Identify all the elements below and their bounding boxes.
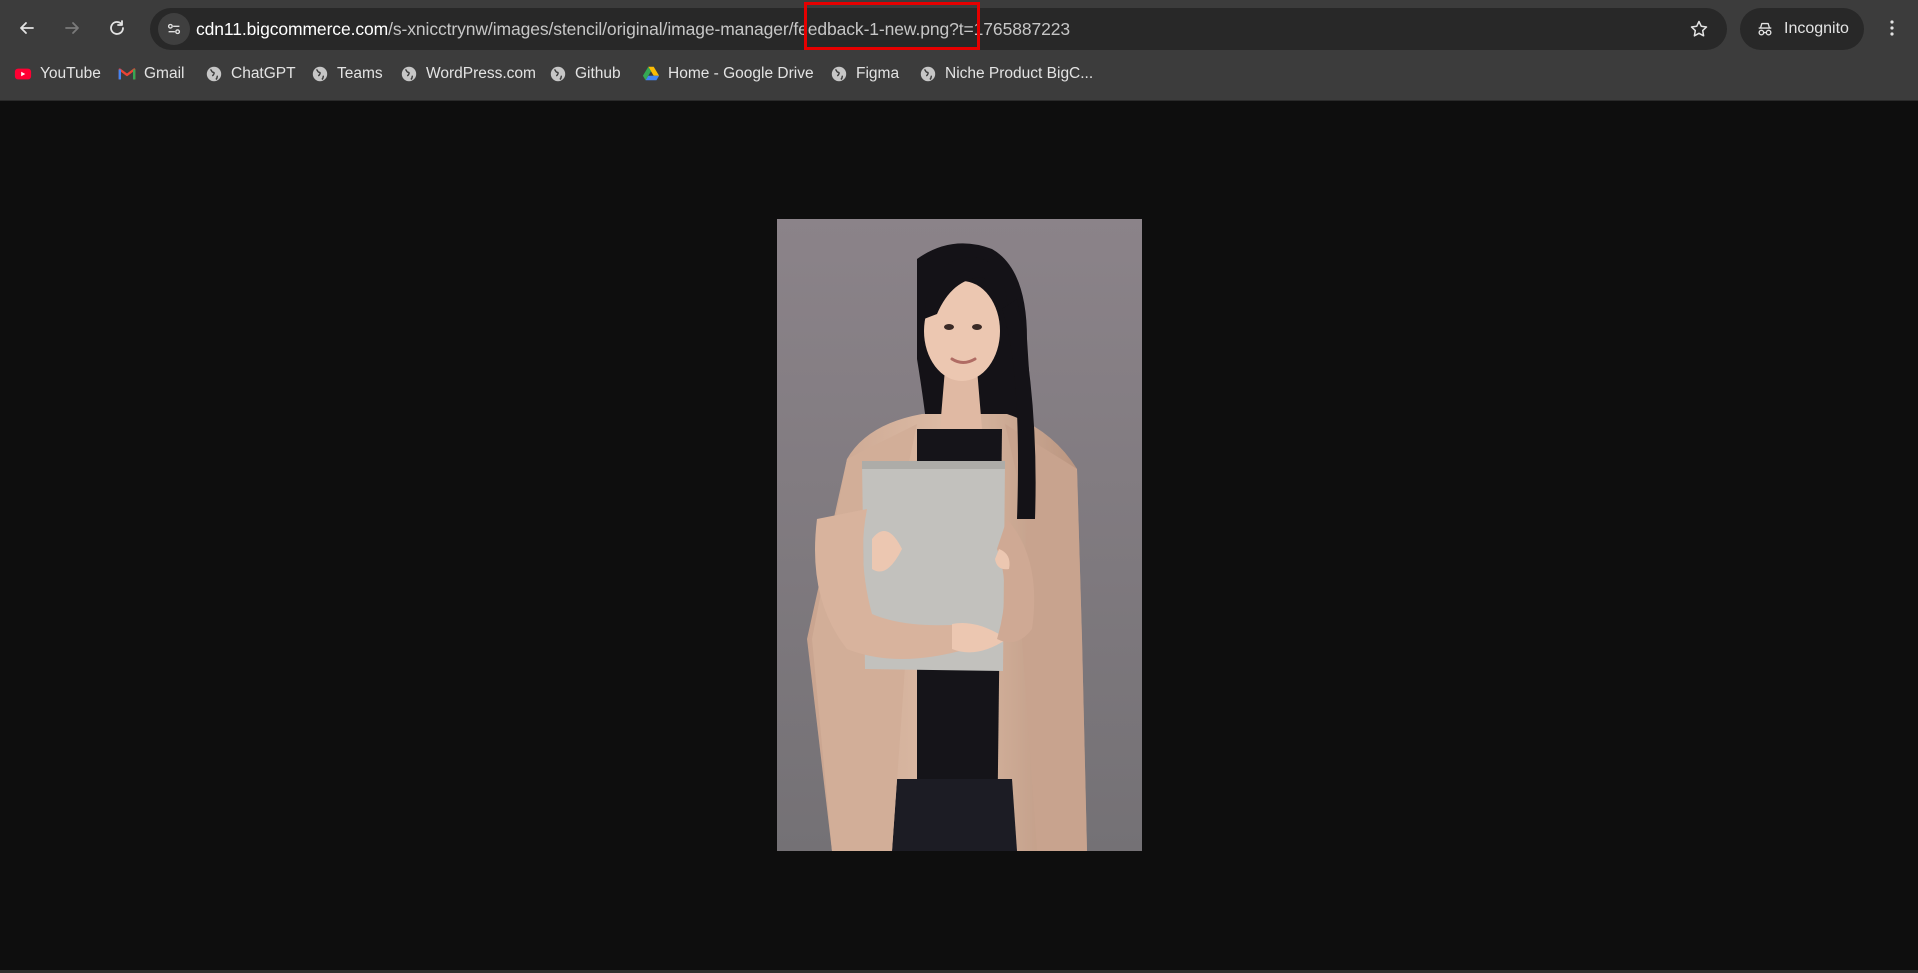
reload-icon bbox=[110, 20, 124, 35]
gmail-icon bbox=[118, 68, 136, 80]
bookmark-teams[interactable]: Teams bbox=[311, 57, 383, 91]
url-host: cdn11.bigcommerce.com bbox=[196, 19, 389, 39]
incognito-label: Incognito bbox=[1784, 20, 1849, 37]
globe-icon bbox=[550, 66, 566, 82]
globe-icon bbox=[401, 66, 417, 82]
bookmark-figma[interactable]: Figma bbox=[830, 57, 899, 91]
incognito-icon bbox=[1758, 22, 1772, 36]
bookmark-label: ChatGPT bbox=[231, 65, 296, 82]
bookmark-label: Figma bbox=[856, 65, 900, 82]
browser-menu-button[interactable] bbox=[1874, 10, 1910, 46]
bookmark-label: Home - Google Drive bbox=[668, 65, 814, 82]
youtube-icon bbox=[14, 68, 32, 80]
globe-icon bbox=[831, 66, 847, 82]
bookmark-label: Teams bbox=[337, 65, 383, 82]
bookmark-label: Gmail bbox=[144, 65, 185, 82]
star-icon bbox=[1690, 20, 1708, 37]
bookmark-github[interactable]: Github bbox=[549, 57, 621, 91]
site-info-icon[interactable] bbox=[158, 13, 190, 45]
globe-icon bbox=[920, 66, 936, 82]
woman-portrait-photo bbox=[777, 219, 1142, 851]
bookmark-niche-product[interactable]: Niche Product BigC... bbox=[919, 57, 1093, 91]
bookmark-label: YouTube bbox=[40, 65, 101, 82]
arrow-left-icon bbox=[20, 22, 34, 34]
bookmarks-bar: YouTube Gmail ChatGPT Teams WordPress.co… bbox=[0, 57, 1918, 101]
bookmark-youtube[interactable]: YouTube bbox=[14, 57, 101, 91]
forward-button[interactable] bbox=[54, 10, 90, 46]
globe-icon bbox=[206, 66, 222, 82]
bookmark-star-button[interactable] bbox=[1683, 13, 1715, 45]
incognito-button[interactable]: Incognito bbox=[1740, 8, 1864, 50]
bookmark-chatgpt[interactable]: ChatGPT bbox=[205, 57, 296, 91]
bookmark-google-drive[interactable]: Home - Google Drive bbox=[642, 57, 814, 91]
bookmark-label: WordPress.com bbox=[426, 65, 536, 82]
google-drive-icon bbox=[642, 66, 660, 81]
bookmark-wordpress[interactable]: WordPress.com bbox=[400, 57, 536, 91]
bookmark-gmail[interactable]: Gmail bbox=[118, 57, 184, 91]
kebab-menu-icon bbox=[1890, 20, 1894, 36]
reload-button[interactable] bbox=[99, 10, 135, 46]
bookmark-label: Github bbox=[575, 65, 621, 82]
back-button[interactable] bbox=[9, 10, 45, 46]
globe-icon bbox=[312, 66, 328, 82]
arrow-right-icon bbox=[65, 22, 79, 34]
url-highlight-box bbox=[804, 2, 980, 50]
displayed-image[interactable] bbox=[777, 219, 1142, 851]
bookmark-label: Niche Product BigC... bbox=[945, 65, 1094, 82]
